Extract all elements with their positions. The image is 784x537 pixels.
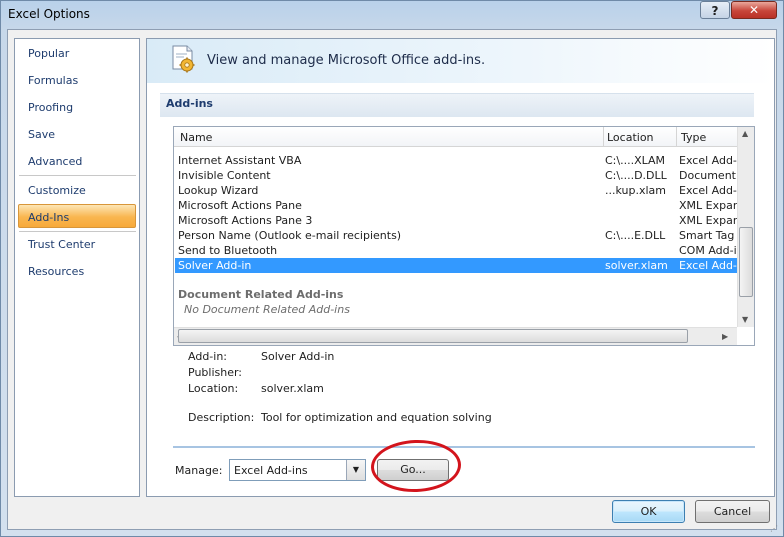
sidebar: Popular Formulas Proofing Save Advanced … (14, 38, 140, 497)
column-divider[interactable] (676, 127, 677, 146)
section-title: Add-ins (166, 97, 213, 110)
sidebar-item-formulas[interactable]: Formulas (28, 74, 78, 87)
section-bar (160, 93, 754, 117)
vertical-scroll-thumb[interactable] (739, 227, 753, 297)
row-name: Microsoft Actions Pane (178, 199, 302, 212)
group-empty-text: No Document Related Add-ins (184, 303, 350, 316)
resize-grip-icon[interactable]: ⋰ (770, 524, 778, 533)
manage-selected-value: Excel Add-ins (234, 464, 308, 477)
manage-dropdown[interactable]: Excel Add-ins ▼ (229, 459, 366, 481)
row-location: C:\....D.DLL (605, 169, 667, 182)
detail-addin-value: Solver Add-in (261, 350, 335, 363)
row-type: Excel Add-in (679, 184, 737, 197)
help-button[interactable]: ? (700, 1, 730, 19)
row-type: Document Inspector (679, 169, 737, 182)
table-row[interactable]: Invisible Content C:\....D.DLL Document … (175, 168, 737, 183)
table-row[interactable]: Microsoft Actions Pane XML Expansion Pac… (175, 198, 737, 213)
close-button[interactable]: ✕ (731, 1, 777, 19)
row-name: Invisible Content (178, 169, 271, 182)
detail-location-value: solver.xlam (261, 382, 324, 395)
sidebar-item-trust-center[interactable]: Trust Center (28, 238, 95, 251)
column-divider[interactable] (603, 127, 604, 146)
row-location: C:\....XLAM (605, 154, 666, 167)
sidebar-item-add-ins[interactable]: Add-Ins (28, 211, 69, 224)
scroll-down-arrow-icon[interactable]: ▼ (742, 315, 748, 324)
sidebar-divider (19, 231, 136, 232)
row-type: COM Add-in (679, 244, 737, 257)
sidebar-item-save[interactable]: Save (28, 128, 55, 141)
row-type: Smart Tag (679, 229, 735, 242)
ok-button[interactable]: OK (612, 500, 685, 523)
row-name: Internet Assistant VBA (178, 154, 302, 167)
row-type: Excel Add-in (679, 154, 737, 167)
row-location: solver.xlam (605, 259, 668, 272)
window-title: Excel Options (8, 7, 90, 21)
sidebar-divider (19, 175, 136, 176)
column-header-type[interactable]: Type (681, 131, 706, 144)
row-location: ...kup.xlam (605, 184, 666, 197)
row-type: XML Expansion Pack (679, 199, 737, 212)
addins-list[interactable]: Name Location Type Internet Assistant VB… (173, 126, 755, 346)
row-name: Solver Add-in (178, 259, 252, 272)
vertical-scrollbar[interactable]: ▲ ▼ (737, 127, 754, 327)
row-name: Microsoft Actions Pane 3 (178, 214, 313, 227)
detail-description-value: Tool for optimization and equation solvi… (261, 411, 492, 424)
sidebar-item-advanced[interactable]: Advanced (28, 155, 82, 168)
sidebar-item-proofing[interactable]: Proofing (28, 101, 73, 114)
chevron-down-icon[interactable]: ▼ (346, 460, 365, 480)
manage-label: Manage: (175, 464, 223, 477)
row-location: C:\....E.DLL (605, 229, 666, 242)
gear-document-icon (172, 45, 195, 73)
sidebar-item-popular[interactable]: Popular (28, 47, 69, 60)
detail-description-label: Description: (188, 411, 255, 424)
column-header-location[interactable]: Location (607, 131, 654, 144)
row-name: Lookup Wizard (178, 184, 259, 197)
scroll-up-arrow-icon[interactable]: ▲ (742, 129, 748, 138)
table-row-selected[interactable]: Solver Add-in solver.xlam Excel Add-in (175, 258, 737, 273)
header-description: View and manage Microsoft Office add-ins… (207, 53, 486, 68)
list-header: Name Location Type (174, 127, 737, 147)
table-row[interactable]: Microsoft Actions Pane 3 XML Expansion P… (175, 213, 737, 228)
group-title: Document Related Add-ins (178, 288, 344, 301)
table-row[interactable]: Send to Bluetooth COM Add-in (175, 243, 737, 258)
horizontal-scroll-thumb[interactable] (178, 329, 688, 343)
horizontal-scrollbar[interactable]: ◀ ▶ (174, 327, 737, 345)
detail-location-label: Location: (188, 382, 239, 395)
section-divider (173, 446, 755, 448)
detail-addin-label: Add-in: (188, 350, 227, 363)
row-name: Person Name (Outlook e-mail recipients) (178, 229, 402, 242)
sidebar-item-resources[interactable]: Resources (28, 265, 84, 278)
scroll-right-arrow-icon[interactable]: ▶ (722, 332, 728, 341)
row-type: Excel Add-in (679, 259, 737, 272)
detail-publisher-label: Publisher: (188, 366, 243, 379)
table-row[interactable]: Person Name (Outlook e-mail recipients) … (175, 228, 737, 243)
cancel-button[interactable]: Cancel (695, 500, 770, 523)
row-type: XML Expansion Pack (679, 214, 737, 227)
table-row[interactable]: Internet Assistant VBA C:\....XLAM Excel… (175, 153, 737, 168)
sidebar-item-customize[interactable]: Customize (28, 184, 86, 197)
table-row[interactable]: Lookup Wizard ...kup.xlam Excel Add-in (175, 183, 737, 198)
row-name: Send to Bluetooth (178, 244, 278, 257)
column-header-name[interactable]: Name (180, 131, 212, 144)
